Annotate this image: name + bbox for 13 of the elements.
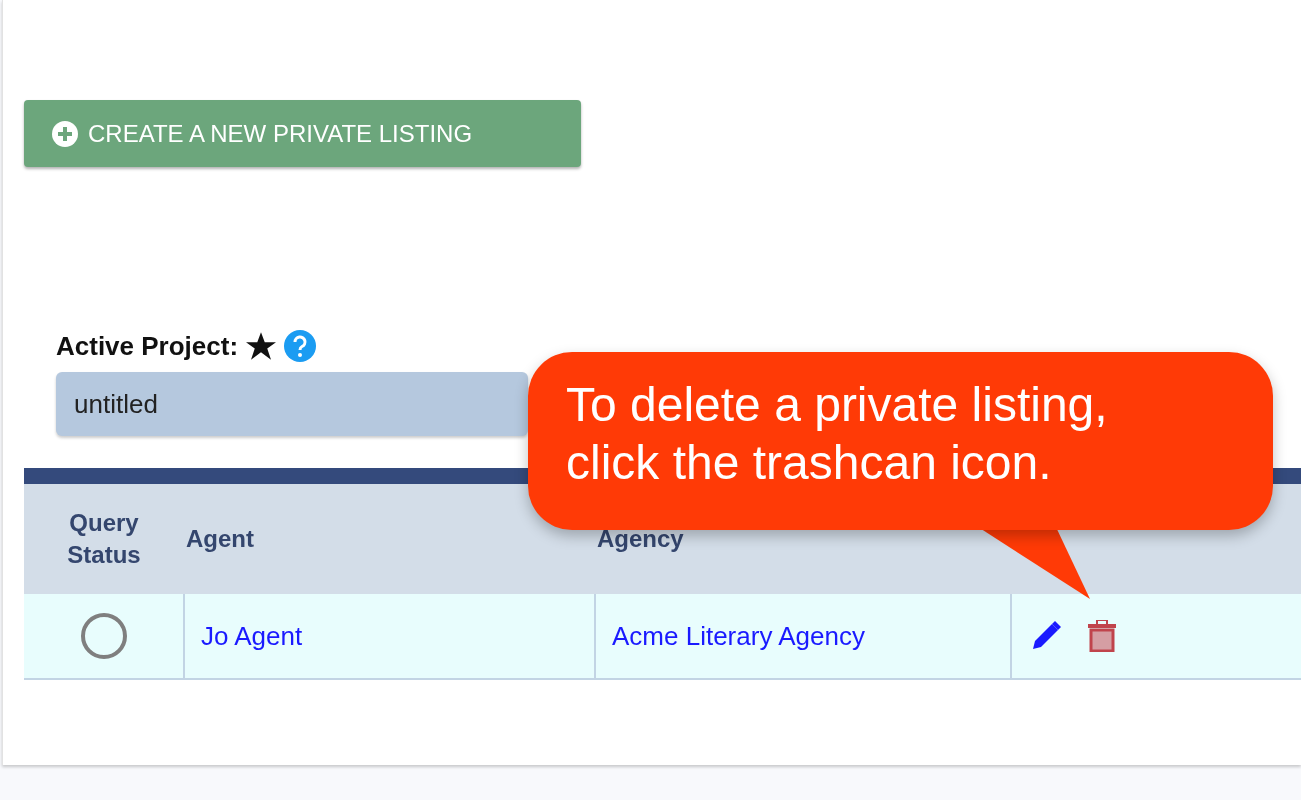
column-header: Agency: [597, 524, 684, 554]
agent-link[interactable]: Jo Agent: [185, 620, 303, 651]
project-field[interactable]: untitled: [56, 372, 528, 436]
trash-icon[interactable]: [1088, 620, 1116, 652]
column-header: Query Status: [67, 508, 141, 570]
callout-text: To delete a private listing, click the trashcan icon.: [566, 377, 1109, 491]
status-circle-icon[interactable]: [79, 612, 128, 660]
plus-circle-icon: [52, 120, 78, 147]
field-label: Active Project:: [56, 330, 239, 362]
column-header: Agent: [186, 524, 254, 554]
star-icon: [246, 331, 277, 361]
pencil-icon[interactable]: [1030, 620, 1062, 652]
help-icon[interactable]: [284, 330, 317, 362]
